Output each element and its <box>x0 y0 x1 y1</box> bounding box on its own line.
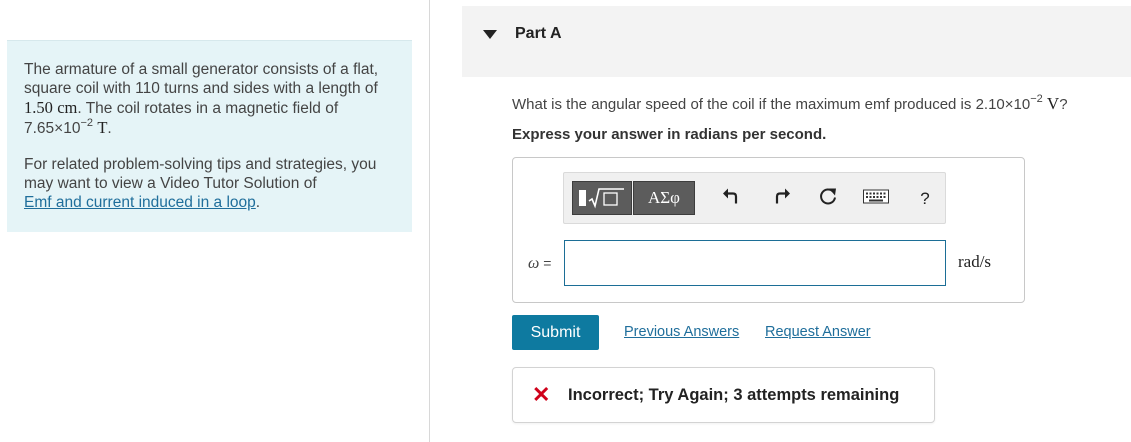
problem-text-part: The armature of a small generator consis… <box>24 61 379 97</box>
emf-mantissa: 2.10×10 <box>975 96 1031 113</box>
submit-button[interactable]: Submit <box>512 315 599 350</box>
pane-divider <box>429 0 430 442</box>
tips-text: For related problem-solving tips and str… <box>24 155 395 212</box>
previous-answers-link[interactable]: Previous Answers <box>624 324 739 340</box>
part-title: Part A <box>515 25 562 42</box>
answer-unit: rad/s <box>958 252 992 271</box>
question-text-part: What is the angular speed of the coil if… <box>512 96 972 113</box>
field-unit: T <box>97 118 108 137</box>
equals-sign: = <box>543 255 552 271</box>
greek-letters-icon[interactable]: ΑΣφ <box>633 181 695 215</box>
problem-text-end: . <box>107 120 112 137</box>
keyboard-icon[interactable] <box>863 189 889 209</box>
answer-instruction: Express your answer in radians per secon… <box>512 126 827 143</box>
answer-input[interactable] <box>564 240 946 286</box>
reset-icon[interactable] <box>818 187 838 212</box>
omega-symbol: ω <box>528 255 540 272</box>
tips-text-part: For related problem-solving tips and str… <box>24 156 377 192</box>
undo-icon[interactable] <box>722 188 740 211</box>
error-x-icon: ✕ <box>532 382 551 407</box>
length-value: 1.50 <box>24 98 53 117</box>
templates-icon[interactable] <box>572 181 632 215</box>
request-answer-link[interactable]: Request Answer <box>765 324 871 340</box>
feedback-message: Incorrect; Try Again; 3 attempts remaini… <box>568 386 900 404</box>
video-tutor-link[interactable]: Emf and current induced in a loop <box>24 194 256 211</box>
redo-icon[interactable] <box>773 188 791 211</box>
emf-unit: V <box>1046 94 1060 113</box>
collapse-triangle-icon[interactable] <box>483 30 497 39</box>
answer-box: ΑΣφ ? ω = rad/s <box>512 157 1025 303</box>
part-header[interactable]: Part A <box>462 6 1131 77</box>
help-icon[interactable]: ? <box>920 189 929 209</box>
emf-exponent: −2 <box>1030 93 1043 105</box>
field-exponent: −2 <box>80 117 94 129</box>
problem-text-part: . The coil rotates in a magnetic field o… <box>77 100 339 117</box>
length-unit: cm <box>57 98 78 117</box>
feedback-box: ✕ Incorrect; Try Again; 3 attempts remai… <box>512 367 935 423</box>
tips-text-end: . <box>255 194 261 211</box>
problem-statement: The armature of a small generator consis… <box>7 40 412 232</box>
question-end: ? <box>1059 96 1068 113</box>
answer-variable-label: ω = <box>528 255 551 273</box>
math-toolbar: ΑΣφ ? <box>563 172 946 224</box>
question-text: What is the angular speed of the coil if… <box>512 94 1068 114</box>
field-mantissa: 7.65×10 <box>24 120 81 137</box>
problem-text: The armature of a small generator consis… <box>24 60 395 138</box>
